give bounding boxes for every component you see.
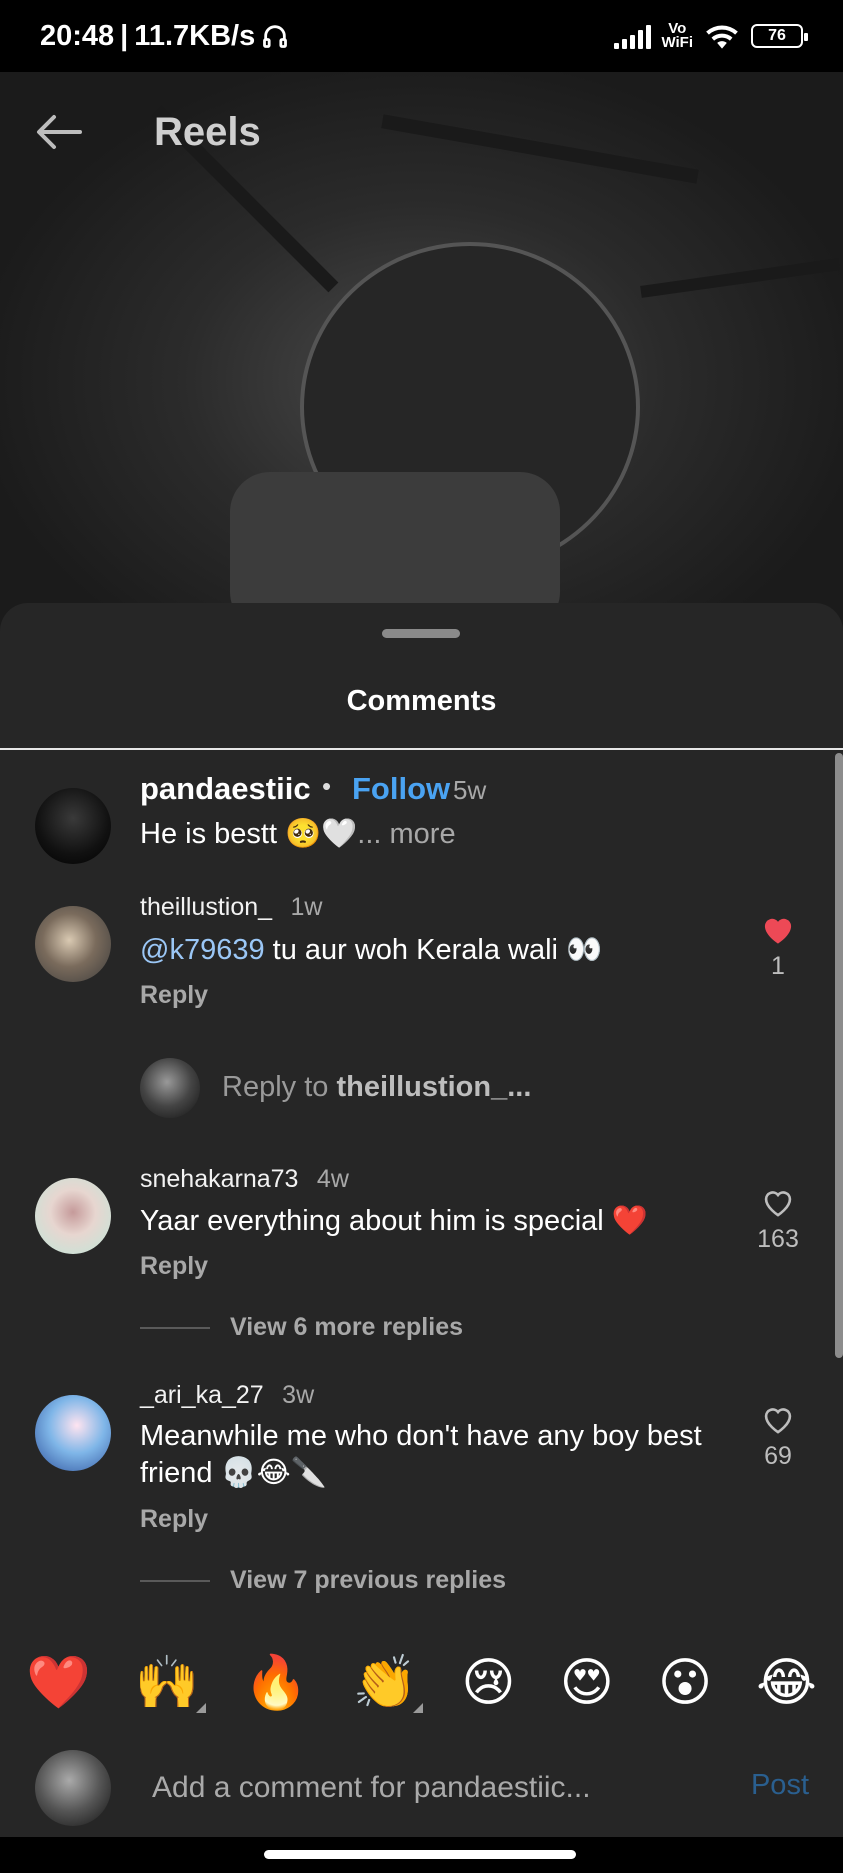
heart-outline-icon[interactable] bbox=[748, 1186, 808, 1223]
post-caption[interactable]: He is bestt 🥺🤍... more bbox=[140, 817, 456, 851]
reaction-clap[interactable]: 👏 bbox=[352, 1653, 423, 1713]
battery-icon: 76 bbox=[751, 24, 808, 48]
vowifi-bottom: WiFi bbox=[661, 34, 693, 51]
follow-button[interactable]: Follow bbox=[352, 771, 450, 807]
status-time: 20:48 bbox=[40, 19, 115, 52]
reaction-laughing[interactable]: 😂 bbox=[756, 1653, 817, 1713]
network-speed: 11.7KB/s bbox=[134, 19, 256, 52]
thread-line bbox=[140, 1579, 210, 1582]
comment-composer: Post bbox=[0, 1733, 843, 1843]
comment-header: _ari_ka_27 3w bbox=[140, 1381, 314, 1410]
reply-button[interactable]: Reply bbox=[140, 1252, 208, 1281]
comment-text-line-2: friend 💀😂🔪 bbox=[140, 1457, 327, 1489]
avatar[interactable] bbox=[35, 788, 111, 864]
avatar[interactable] bbox=[35, 906, 111, 982]
comment-text: @k79639 tu aur woh Kerala wali 👀 bbox=[140, 933, 602, 967]
status-left: 20:48 | 11.7KB/s bbox=[40, 20, 289, 53]
sheet-drag-handle[interactable] bbox=[382, 629, 460, 638]
reply-to-prompt[interactable]: Reply to theillustion_... bbox=[222, 1071, 531, 1104]
comment-text-line-1: Meanwhile me who don't have any boy best bbox=[140, 1420, 702, 1452]
comment-text: Yaar everything about him is special ❤️ bbox=[140, 1205, 648, 1237]
post-username[interactable]: pandaestiic bbox=[140, 771, 311, 807]
vowifi-icon: Vo WiFi bbox=[661, 21, 693, 51]
page-title: Reels bbox=[154, 109, 261, 154]
reply-button[interactable]: Reply bbox=[140, 981, 208, 1010]
mention-link[interactable]: @k79639 bbox=[140, 934, 265, 966]
quick-reactions-bar: ❤️ 🙌 🔥 👏 😢 😍 😮 😂 bbox=[0, 1643, 843, 1723]
comment-time: 3w bbox=[282, 1381, 315, 1409]
avatar bbox=[140, 1058, 200, 1118]
more-link[interactable]: ... more bbox=[357, 818, 455, 850]
comment-header: theillustion_ 1w bbox=[140, 893, 322, 922]
reaction-surprised[interactable]: 😮 bbox=[658, 1653, 712, 1713]
comment-username[interactable]: _ari_ka_27 bbox=[140, 1381, 264, 1409]
status-bar: 20:48 | 11.7KB/s Vo WiFi 76 bbox=[0, 0, 843, 72]
sheet-title: Comments bbox=[346, 685, 497, 717]
view-previous-label[interactable]: View 7 previous replies bbox=[230, 1566, 506, 1595]
reaction-heart-eyes[interactable]: 😍 bbox=[560, 1653, 614, 1713]
comment-body: tu aur woh Kerala wali 👀 bbox=[264, 934, 603, 966]
battery-level: 76 bbox=[768, 27, 786, 44]
comments-sheet: Comments pandaestiic • Follow 5w He is b… bbox=[0, 603, 843, 1873]
status-right: Vo WiFi 76 bbox=[614, 21, 808, 51]
back-arrow-icon[interactable] bbox=[34, 112, 84, 152]
avatar bbox=[35, 1750, 111, 1826]
reaction-fire[interactable]: 🔥 bbox=[244, 1653, 309, 1713]
comment-time: 1w bbox=[290, 893, 323, 921]
reaction-raised-hands[interactable]: 🙌 bbox=[135, 1653, 206, 1713]
view-more-label[interactable]: View 6 more replies bbox=[230, 1313, 463, 1342]
reels-top-bar: Reels bbox=[0, 72, 843, 192]
view-previous-replies[interactable]: View 7 previous replies bbox=[140, 1566, 506, 1595]
avatar[interactable] bbox=[35, 1395, 111, 1471]
like-control[interactable]: 163 bbox=[748, 1186, 808, 1254]
comment-username[interactable]: theillustion_ bbox=[140, 893, 272, 921]
comment-header: snehakarna73 4w bbox=[140, 1165, 349, 1194]
signal-icon bbox=[614, 23, 652, 49]
thread-line bbox=[140, 1326, 210, 1329]
separator-dot: • bbox=[322, 771, 332, 801]
view-more-replies[interactable]: View 6 more replies bbox=[140, 1313, 463, 1342]
avatar[interactable] bbox=[35, 1178, 111, 1254]
post-time: 5w bbox=[453, 775, 487, 805]
sheet-divider bbox=[0, 748, 843, 750]
reply-prompt-prefix: Reply to bbox=[222, 1071, 337, 1103]
comment-input[interactable] bbox=[152, 1763, 712, 1813]
like-count: 163 bbox=[757, 1225, 799, 1253]
wifi-icon bbox=[706, 25, 738, 49]
like-count: 69 bbox=[764, 1442, 792, 1470]
reaction-heart[interactable]: ❤️ bbox=[26, 1653, 91, 1713]
reaction-crying[interactable]: 😢 bbox=[461, 1653, 515, 1713]
scrollbar[interactable] bbox=[835, 753, 843, 1358]
status-separator: | bbox=[120, 19, 129, 52]
reply-button[interactable]: Reply bbox=[140, 1505, 208, 1534]
caption-text: He is bestt 🥺🤍 bbox=[140, 818, 358, 850]
like-control[interactable]: 1 bbox=[748, 913, 808, 981]
like-count: 1 bbox=[771, 952, 785, 980]
comment-username[interactable]: snehakarna73 bbox=[140, 1165, 298, 1193]
heart-filled-icon[interactable] bbox=[748, 913, 808, 950]
headphones-icon bbox=[263, 25, 288, 48]
post-button[interactable]: Post bbox=[751, 1769, 809, 1802]
heart-outline-icon[interactable] bbox=[748, 1403, 808, 1440]
like-control[interactable]: 69 bbox=[748, 1403, 808, 1471]
home-indicator[interactable] bbox=[264, 1850, 576, 1859]
comment-time: 4w bbox=[316, 1165, 349, 1193]
reply-prompt-target: theillustion_... bbox=[336, 1071, 532, 1103]
